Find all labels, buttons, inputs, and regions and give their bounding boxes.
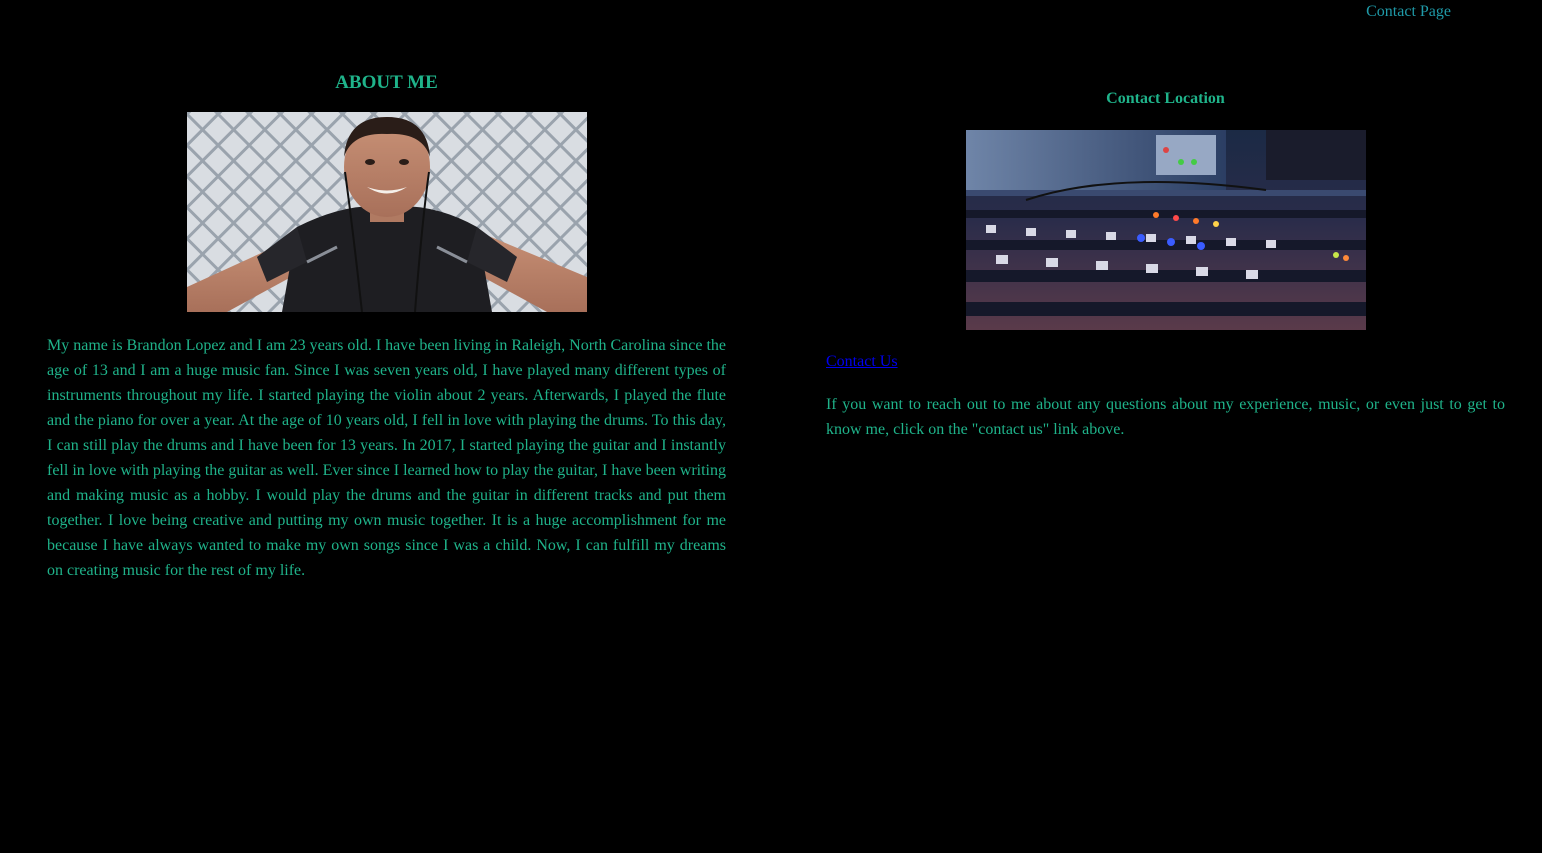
about-title: ABOUT ME [335,72,438,93]
profile-photo [187,112,587,312]
contact-title: Contact Location [1106,90,1225,107]
top-nav: Contact Page [1366,3,1451,21]
about-text: My name is Brandon Lopez and I am 23 yea… [47,337,726,579]
mixing-console-image [966,130,1366,330]
contact-page-link[interactable]: Contact Page [1366,3,1451,20]
page: Contact Page ABOUT ME My name is Brandon… [0,0,1542,853]
contact-us-link[interactable]: Contact Us [826,352,898,372]
contact-text: If you want to reach out to me about any… [826,396,1505,438]
